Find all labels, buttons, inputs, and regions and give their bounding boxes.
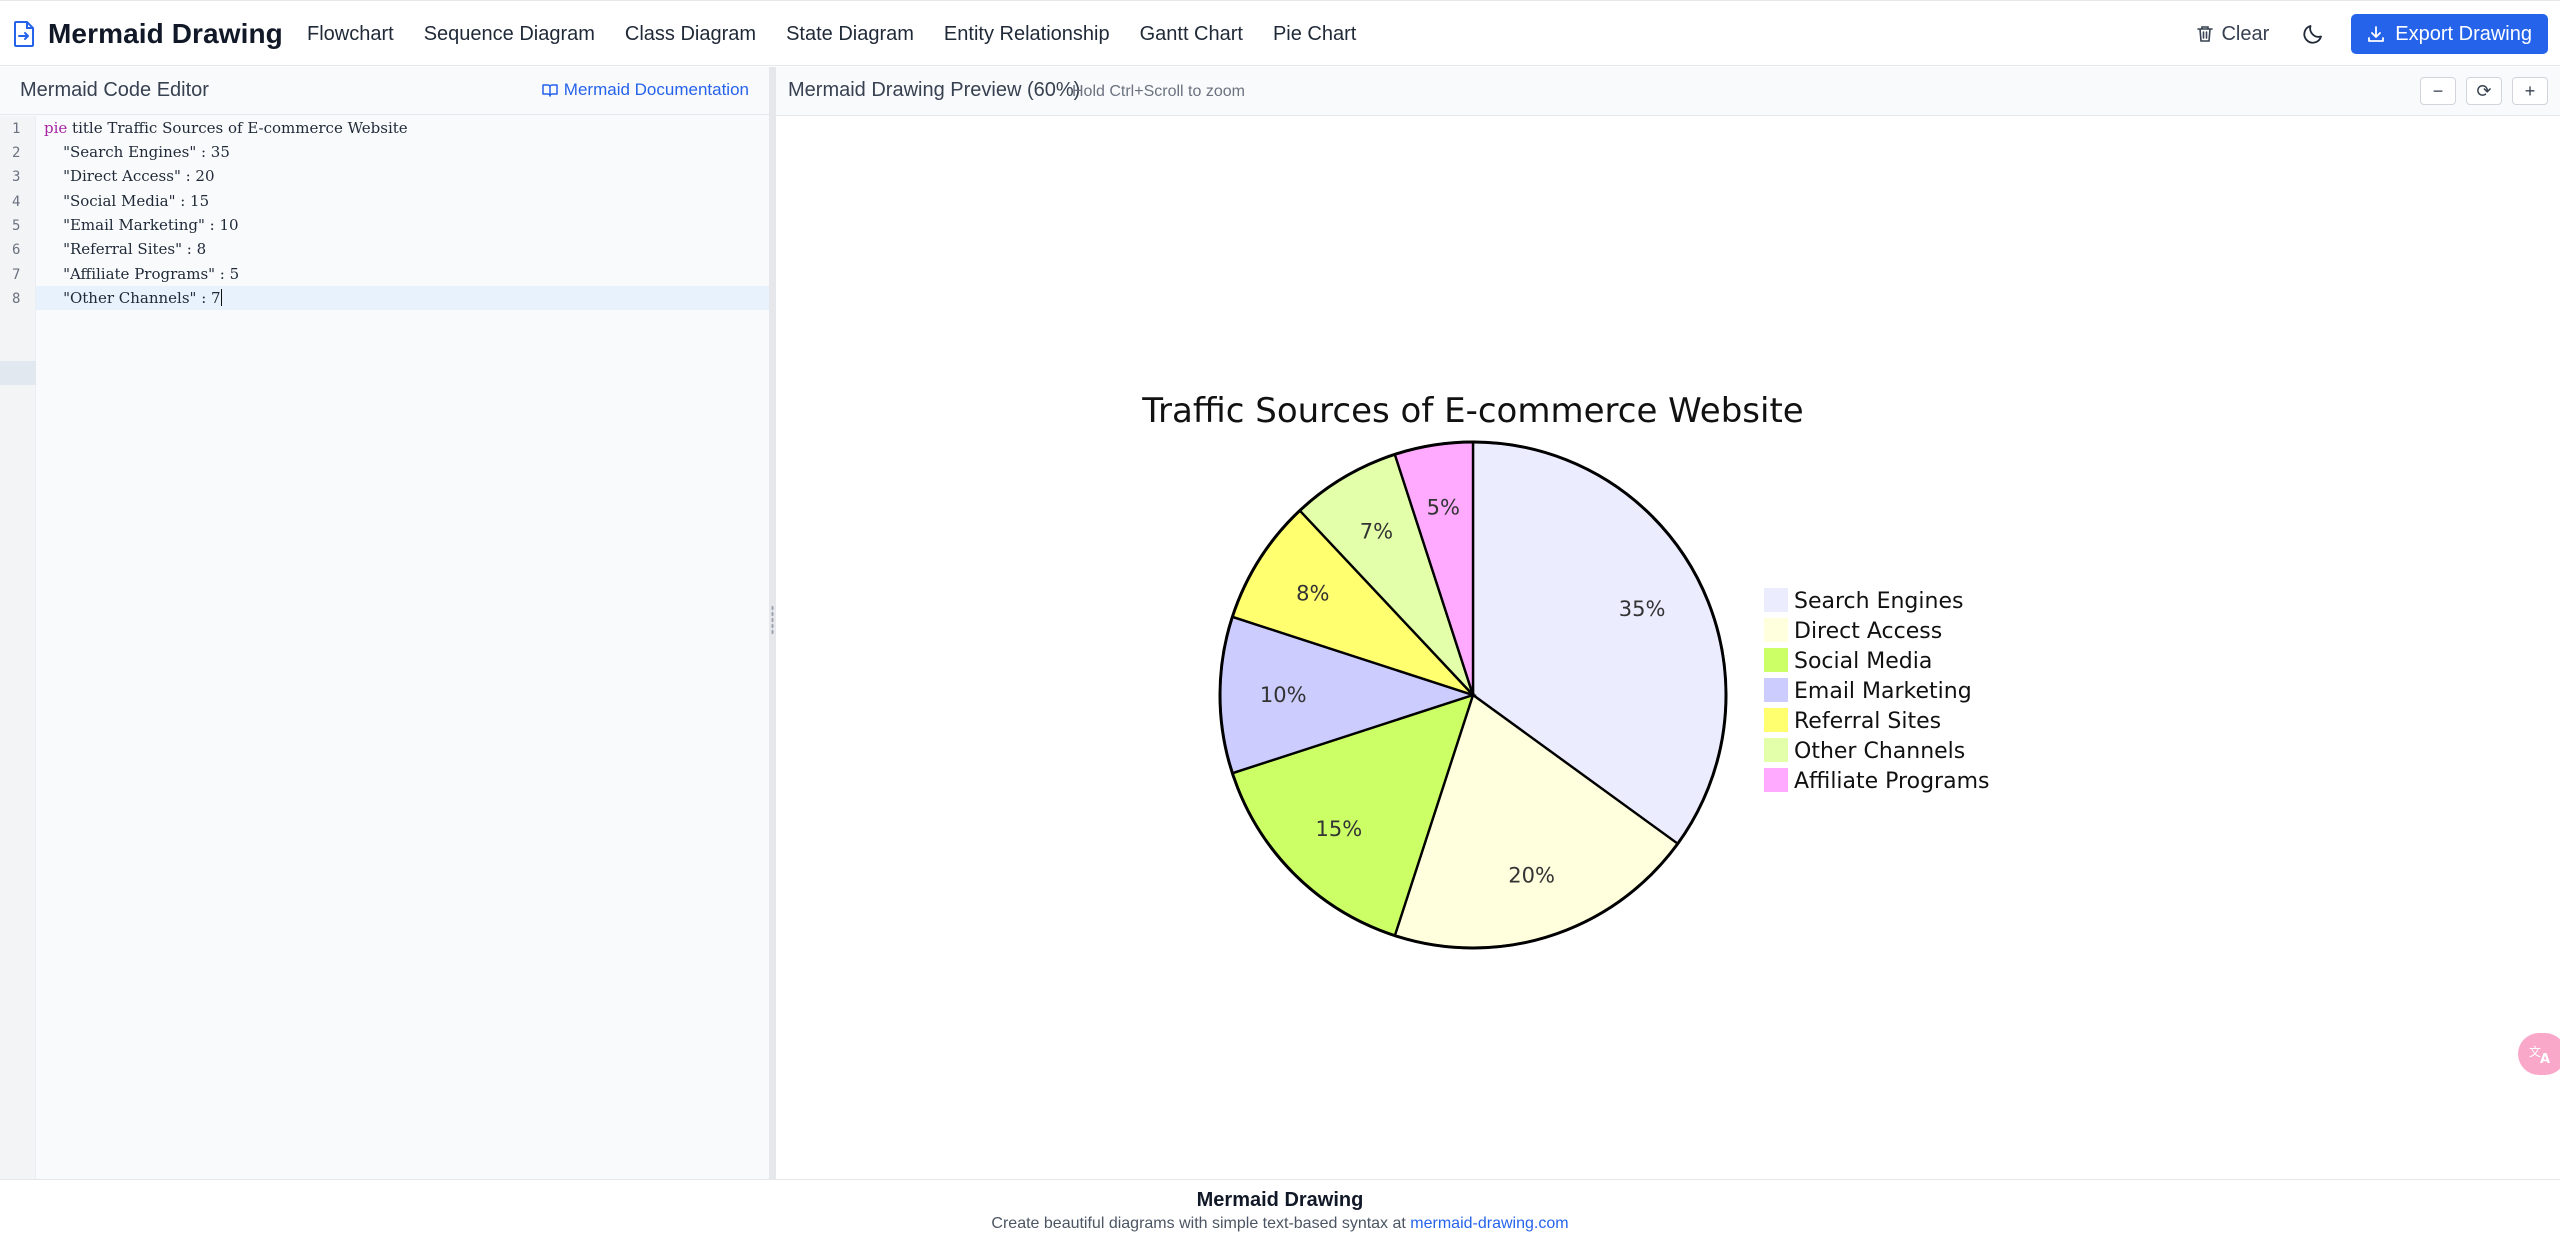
legend-label: Affiliate Programs: [1794, 769, 1989, 794]
code-line[interactable]: "Referral Sites" : 8: [44, 237, 206, 261]
slice-percent-label: 5%: [1427, 496, 1460, 520]
slice-percent-label: 10%: [1260, 683, 1307, 707]
grip-dots-icon: [771, 605, 774, 635]
nav-state-diagram[interactable]: State Diagram: [786, 23, 914, 46]
zoom-hint: Hold Ctrl+Scroll to zoom: [1072, 83, 1245, 100]
footer: Mermaid Drawing Create beautiful diagram…: [0, 1179, 2560, 1237]
code-textarea[interactable]: pie title Traffic Sources of E-commerce …: [36, 116, 769, 1179]
legend-swatch: [1764, 618, 1788, 642]
slice-percent-label: 35%: [1619, 597, 1666, 621]
nav-sequence-diagram[interactable]: Sequence Diagram: [424, 23, 595, 46]
diagram-type-nav: Flowchart Sequence Diagram Class Diagram…: [307, 15, 1386, 53]
line-number-gutter: 1 2 3 4 5 6 7 8: [0, 116, 36, 1179]
line-number: 6: [12, 242, 21, 258]
line-number: 1: [12, 121, 21, 137]
nav-entity-relationship[interactable]: Entity Relationship: [944, 23, 1110, 46]
zoom-reset-button[interactable]: ⟳: [2466, 77, 2502, 105]
svg-text:A: A: [2540, 1052, 2550, 1065]
legend-swatch: [1764, 708, 1788, 732]
nav-gantt-chart[interactable]: Gantt Chart: [1140, 23, 1243, 46]
active-line-gutter: [0, 361, 36, 385]
moon-icon: [2303, 25, 2323, 44]
translate-widget[interactable]: 文 A: [2518, 1033, 2560, 1075]
code-line[interactable]: "Social Media" : 15: [44, 189, 209, 213]
line-number: 2: [12, 145, 21, 161]
zoom-out-button[interactable]: −: [2420, 77, 2456, 105]
footer-title: Mermaid Drawing: [1196, 1189, 1364, 1211]
export-button[interactable]: Export Drawing: [2351, 14, 2548, 54]
clear-label: Clear: [2221, 22, 2270, 45]
slice-percent-label: 20%: [1508, 863, 1555, 887]
editor-title: Mermaid Code Editor: [20, 79, 209, 101]
legend-swatch: [1764, 678, 1788, 702]
code-line[interactable]: pie title Traffic Sources of E-commerce …: [44, 116, 408, 140]
line-number: 8: [12, 291, 21, 307]
nav-class-diagram[interactable]: Class Diagram: [625, 23, 756, 46]
theme-toggle[interactable]: [2299, 20, 2327, 48]
code-line-text: title Traffic Sources of E-commerce Webs…: [67, 119, 408, 137]
footer-link[interactable]: mermaid-drawing.com: [1410, 1215, 1568, 1232]
code-line-text: "Other Channels" : 7: [44, 289, 221, 307]
line-number: 7: [12, 267, 21, 283]
legend-label: Referral Sites: [1794, 709, 1941, 734]
slice-percent-label: 8%: [1296, 581, 1329, 605]
preview-pane: Mermaid Drawing Preview (60%) Hold Ctrl+…: [776, 67, 2560, 1179]
top-bar: Mermaid Drawing Flowchart Sequence Diagr…: [0, 0, 2560, 66]
brand[interactable]: Mermaid Drawing: [12, 15, 283, 53]
legend-label: Email Marketing: [1794, 679, 1972, 704]
code-line[interactable]: "Affiliate Programs" : 5: [44, 262, 239, 286]
top-actions: Clear Export Drawing: [2197, 14, 2548, 54]
pane-resize-handle[interactable]: [769, 67, 776, 1179]
documentation-link[interactable]: Mermaid Documentation: [542, 80, 749, 100]
preview-title: Mermaid Drawing Preview (60%): [788, 79, 1081, 101]
legend-label: Social Media: [1794, 649, 1932, 674]
legend-label: Search Engines: [1794, 589, 1963, 614]
footer-text: Create beautiful diagrams with simple te…: [0, 1215, 2560, 1233]
nav-flowchart[interactable]: Flowchart: [307, 23, 394, 46]
legend-label: Other Channels: [1794, 739, 1965, 764]
preview-header: Mermaid Drawing Preview (60%) Hold Ctrl+…: [776, 67, 2560, 116]
footer-tagline: Create beautiful diagrams with simple te…: [991, 1215, 1406, 1232]
nav-pie-chart[interactable]: Pie Chart: [1273, 23, 1356, 46]
keyword-pie: pie: [44, 119, 68, 137]
legend-label: Direct Access: [1794, 619, 1942, 644]
editor-header: Mermaid Code Editor Mermaid Documentatio…: [0, 67, 769, 115]
code-line-active[interactable]: "Other Channels" : 7: [44, 286, 222, 310]
code-line[interactable]: "Email Marketing" : 10: [44, 213, 239, 237]
zoom-in-button[interactable]: +: [2512, 77, 2548, 105]
code-editor-pane: Mermaid Code Editor Mermaid Documentatio…: [0, 67, 769, 1179]
legend-swatch: [1764, 738, 1788, 762]
line-number: 3: [12, 169, 21, 185]
book-icon: [542, 84, 558, 97]
translate-icon: 文 A: [2529, 1044, 2550, 1065]
slice-percent-label: 15%: [1315, 817, 1362, 841]
download-icon: [2368, 26, 2385, 42]
clear-button[interactable]: Clear: [2197, 23, 2269, 46]
trash-icon: [2197, 26, 2214, 42]
export-label: Export Drawing: [2395, 22, 2532, 45]
chart-title: Traffic Sources of E-commerce Website: [1141, 391, 1803, 431]
code-line[interactable]: "Direct Access" : 20: [44, 164, 214, 188]
zoom-controls: − ⟳ +: [2420, 77, 2548, 105]
code-line[interactable]: "Search Engines" : 35: [44, 140, 230, 164]
legend-swatch: [1764, 588, 1788, 612]
pie-chart[interactable]: Traffic Sources of E-commerce Website 35…: [776, 116, 2560, 1179]
document-arrow-icon: [14, 21, 34, 47]
documentation-link-label: Mermaid Documentation: [563, 80, 749, 99]
slice-percent-label: 7%: [1360, 520, 1393, 544]
app-title: Mermaid Drawing: [48, 18, 283, 49]
text-cursor: [220, 289, 222, 306]
legend-swatch: [1764, 768, 1788, 792]
legend-swatch: [1764, 648, 1788, 672]
line-number: 4: [12, 194, 21, 210]
line-number: 5: [12, 218, 21, 234]
